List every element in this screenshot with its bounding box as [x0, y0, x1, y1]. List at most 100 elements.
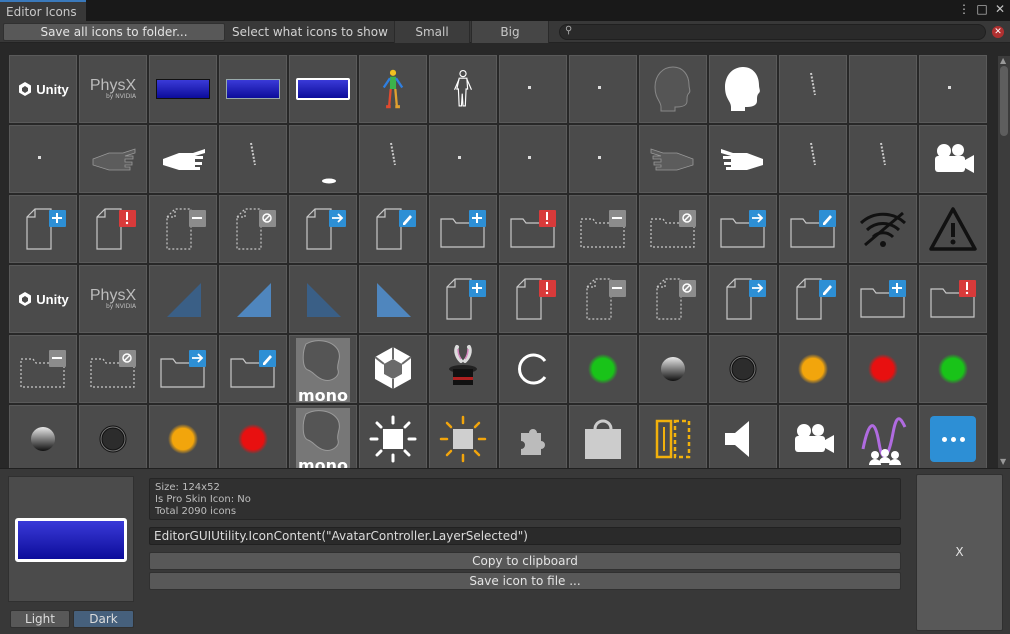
icon-cell[interactable]	[219, 335, 287, 403]
icon-cell[interactable]: mono	[289, 405, 357, 468]
icon-cell[interactable]	[289, 125, 357, 193]
save-icon-to-file-button[interactable]: Save icon to file ...	[149, 572, 901, 590]
icon-cell[interactable]	[79, 405, 147, 468]
scrollbar-thumb[interactable]	[1000, 66, 1008, 136]
editor-icons-tab[interactable]: Editor Icons	[0, 0, 86, 21]
icon-cell[interactable]	[429, 405, 497, 468]
icon-cell[interactable]	[79, 195, 147, 263]
icon-cell[interactable]	[639, 405, 707, 468]
small-toggle[interactable]: Small	[394, 21, 470, 43]
icon-cell[interactable]	[639, 55, 707, 123]
icon-cell[interactable]	[9, 195, 77, 263]
icon-cell[interactable]	[779, 195, 847, 263]
icon-cell[interactable]	[79, 125, 147, 193]
icon-cell[interactable]	[219, 125, 287, 193]
icon-cell[interactable]	[639, 195, 707, 263]
icon-cell[interactable]	[569, 55, 637, 123]
icon-cell[interactable]	[779, 55, 847, 123]
icon-cell[interactable]: Unity	[9, 55, 77, 123]
icon-cell[interactable]	[429, 55, 497, 123]
icon-cell[interactable]	[779, 405, 847, 468]
icon-cell[interactable]	[219, 265, 287, 333]
close-details-button[interactable]: X	[916, 474, 1003, 631]
icon-cell[interactable]	[709, 265, 777, 333]
icon-cell[interactable]	[779, 335, 847, 403]
select-icons-label[interactable]: Select what icons to show	[232, 23, 388, 41]
icon-cell[interactable]	[569, 405, 637, 468]
maximize-icon[interactable]: □	[976, 2, 988, 16]
icon-cell[interactable]	[919, 265, 987, 333]
icon-cell[interactable]	[779, 125, 847, 193]
icon-cell[interactable]	[709, 405, 777, 468]
icon-cell[interactable]	[149, 405, 217, 468]
icon-cell[interactable]	[429, 335, 497, 403]
icon-cell[interactable]	[149, 335, 217, 403]
more-options-icon[interactable]: ⋮	[958, 2, 970, 16]
icon-cell[interactable]	[919, 55, 987, 123]
icon-cell[interactable]	[499, 195, 567, 263]
icon-cell[interactable]	[639, 335, 707, 403]
close-icon[interactable]: ✕	[994, 2, 1006, 16]
scroll-down-icon[interactable]: ▼	[1000, 457, 1006, 466]
icon-cell[interactable]	[919, 335, 987, 403]
icon-cell[interactable]	[849, 55, 917, 123]
icon-cell[interactable]: mono	[289, 335, 357, 403]
icon-cell[interactable]	[149, 125, 217, 193]
icon-cell[interactable]	[849, 335, 917, 403]
light-skin-button[interactable]: Light	[10, 610, 70, 628]
icon-content-code-field[interactable]: EditorGUIUtility.IconContent("AvatarCont…	[149, 527, 901, 545]
icon-cell[interactable]: Unity	[9, 265, 77, 333]
icon-cell[interactable]	[429, 195, 497, 263]
icon-cell[interactable]	[569, 335, 637, 403]
icon-cell[interactable]	[149, 195, 217, 263]
icon-cell[interactable]	[289, 55, 357, 123]
icon-cell[interactable]	[919, 405, 987, 468]
icon-cell[interactable]	[219, 195, 287, 263]
icon-cell[interactable]	[639, 125, 707, 193]
scroll-up-icon[interactable]: ▲	[1000, 56, 1006, 65]
vertical-scrollbar[interactable]: ▲ ▼	[998, 56, 1010, 468]
icon-cell[interactable]	[499, 55, 567, 123]
icon-cell[interactable]	[289, 265, 357, 333]
icon-cell[interactable]	[219, 55, 287, 123]
icon-cell[interactable]	[709, 125, 777, 193]
icon-cell[interactable]	[849, 405, 917, 468]
icon-cell[interactable]	[429, 125, 497, 193]
icon-cell[interactable]	[919, 195, 987, 263]
icon-cell[interactable]: PhysX by NVIDIA	[79, 265, 147, 333]
icon-cell[interactable]	[709, 55, 777, 123]
icon-cell[interactable]	[359, 125, 427, 193]
icon-cell[interactable]	[569, 265, 637, 333]
icon-cell[interactable]	[639, 265, 707, 333]
big-toggle[interactable]: Big	[471, 21, 549, 43]
icon-cell[interactable]	[79, 335, 147, 403]
copy-to-clipboard-button[interactable]: Copy to clipboard	[149, 552, 901, 570]
icon-cell[interactable]	[219, 405, 287, 468]
icon-cell[interactable]	[359, 335, 427, 403]
icon-cell[interactable]	[779, 265, 847, 333]
dark-skin-button[interactable]: Dark	[73, 610, 134, 628]
icon-cell[interactable]	[359, 265, 427, 333]
icon-cell[interactable]	[9, 335, 77, 403]
icon-cell[interactable]	[849, 125, 917, 193]
save-all-icons-button[interactable]: Save all icons to folder...	[3, 23, 225, 41]
icon-cell[interactable]	[359, 55, 427, 123]
icon-cell[interactable]	[359, 405, 427, 468]
icon-cell[interactable]	[499, 405, 567, 468]
icon-cell[interactable]	[149, 265, 217, 333]
icon-cell[interactable]	[919, 125, 987, 193]
icon-cell[interactable]	[709, 195, 777, 263]
icon-cell[interactable]	[499, 335, 567, 403]
icon-cell[interactable]: PhysX by NVIDIA	[79, 55, 147, 123]
icon-cell[interactable]	[499, 125, 567, 193]
icon-cell[interactable]	[569, 125, 637, 193]
clear-search-icon[interactable]: ✕	[992, 26, 1004, 38]
icon-cell[interactable]	[499, 265, 567, 333]
icon-cell[interactable]	[709, 335, 777, 403]
icon-cell[interactable]	[849, 195, 917, 263]
icon-cell[interactable]	[9, 125, 77, 193]
search-field[interactable]: ⚲	[559, 24, 986, 40]
icon-cell[interactable]	[9, 405, 77, 468]
icon-cell[interactable]	[359, 195, 427, 263]
icon-cell[interactable]	[149, 55, 217, 123]
